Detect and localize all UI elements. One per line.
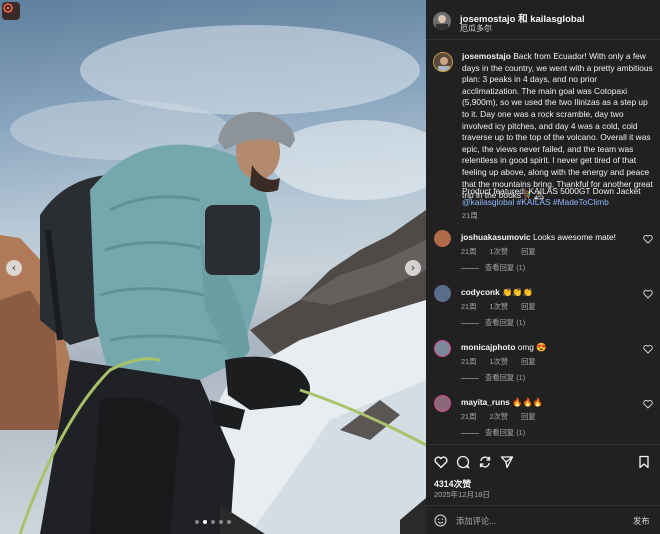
- comment-text: 👏👏👏: [502, 287, 534, 297]
- commenter-username[interactable]: monicajphoto: [461, 342, 515, 352]
- comment-likes[interactable]: 2次赞: [489, 412, 508, 421]
- caption-username[interactable]: josemostajo: [462, 51, 511, 61]
- post-actions: 4314次赞 2025年12月18日 添加评论... 发布: [426, 444, 660, 534]
- caption-timestamp: 21周: [462, 211, 478, 220]
- comment-item: mayita_runs 🔥🔥🔥 21周 2次赞 回复 查看回复 (1): [426, 395, 660, 445]
- commenter-username[interactable]: joshuakasumovic: [461, 232, 531, 242]
- heart-icon[interactable]: [643, 234, 653, 244]
- emoji-icon[interactable]: [434, 514, 447, 527]
- comment-likes[interactable]: 1次赞: [489, 247, 508, 256]
- commenter-username[interactable]: codyconk: [461, 287, 500, 297]
- chevron-left-icon[interactable]: ‹: [6, 260, 22, 276]
- view-replies-button[interactable]: 查看回复 (1): [461, 318, 525, 328]
- heart-icon[interactable]: [643, 344, 653, 354]
- commenter-avatar[interactable]: [434, 395, 451, 412]
- carousel-dot[interactable]: [219, 520, 223, 524]
- carousel-dot[interactable]: [195, 520, 199, 524]
- bookmark-icon[interactable]: [637, 455, 651, 469]
- comment-reply-button[interactable]: 回复: [521, 302, 536, 311]
- comment-reply-button[interactable]: 回复: [521, 247, 536, 256]
- heart-icon[interactable]: [643, 289, 653, 299]
- post-location[interactable]: 厄瓜多尔: [460, 23, 492, 34]
- comment-text: Looks awesome mate!: [532, 232, 616, 242]
- carousel-dots: [195, 520, 231, 524]
- caption-product: Product featured: KAILAS 5000GT Down Jac…: [462, 186, 641, 196]
- commenter-username[interactable]: mayita_runs: [461, 397, 510, 407]
- carousel-dot-active[interactable]: [203, 520, 207, 524]
- carousel-dot[interactable]: [227, 520, 231, 524]
- view-replies-button[interactable]: 查看回复 (1): [461, 263, 525, 273]
- commenter-avatar[interactable]: [434, 285, 451, 302]
- post-date: 2025年12月18日: [434, 490, 490, 499]
- caption-body: Back from Ecuador! With only a few days …: [462, 51, 653, 201]
- comment-reply-button[interactable]: 回复: [521, 412, 536, 421]
- reels-icon[interactable]: [2, 2, 20, 20]
- post-comment-button[interactable]: 发布: [633, 515, 650, 527]
- heart-icon[interactable]: [643, 399, 653, 409]
- caption-hashtags[interactable]: @kailasglobal #KAILAS #MadeToClimb: [462, 197, 609, 207]
- carousel-dot[interactable]: [211, 520, 215, 524]
- commenter-avatar[interactable]: [434, 340, 451, 357]
- post-header: josemostajo 和 kailasglobal 厄瓜多尔: [426, 0, 660, 40]
- repost-icon[interactable]: [478, 455, 492, 469]
- view-replies-button[interactable]: 查看回复 (1): [461, 428, 525, 438]
- comment-text: omg 😍: [517, 342, 547, 352]
- comment-time: 21周: [461, 412, 477, 421]
- comment-item: joshuakasumovic Looks awesome mate! 21周 …: [426, 230, 660, 280]
- comment-bar: 添加评论... 发布: [426, 505, 660, 534]
- commenter-avatar[interactable]: [434, 230, 451, 247]
- comment-input[interactable]: 添加评论...: [456, 515, 496, 527]
- climber-photo-art: [0, 25, 426, 534]
- caption-text: josemostajo Back from Ecuador! With only…: [462, 51, 656, 202]
- caption-author-avatar[interactable]: [433, 52, 453, 72]
- comment-time: 21周: [461, 247, 477, 256]
- comment-item: codyconk 👏👏👏 21周 1次赞 回复 查看回复 (1): [426, 285, 660, 335]
- comment-item: monicajphoto omg 😍 21周 1次赞 回复 查看回复 (1): [426, 340, 660, 390]
- heart-icon[interactable]: [434, 455, 448, 469]
- post-photo: ‹ ›: [0, 0, 426, 534]
- comment-likes[interactable]: 1次赞: [489, 302, 508, 311]
- comment-time: 21周: [461, 357, 477, 366]
- share-icon[interactable]: [500, 455, 514, 469]
- chevron-right-icon[interactable]: ›: [405, 260, 421, 276]
- author-avatar[interactable]: [433, 12, 451, 30]
- comment-likes[interactable]: 1次赞: [489, 357, 508, 366]
- view-replies-button[interactable]: 查看回复 (1): [461, 373, 525, 383]
- comment-time: 21周: [461, 302, 477, 311]
- comment-text: 🔥🔥🔥: [512, 397, 544, 407]
- comment-icon[interactable]: [456, 455, 470, 469]
- post-side-panel: josemostajo 和 kailasglobal 厄瓜多尔 josemost…: [426, 0, 660, 534]
- comment-reply-button[interactable]: 回复: [521, 357, 536, 366]
